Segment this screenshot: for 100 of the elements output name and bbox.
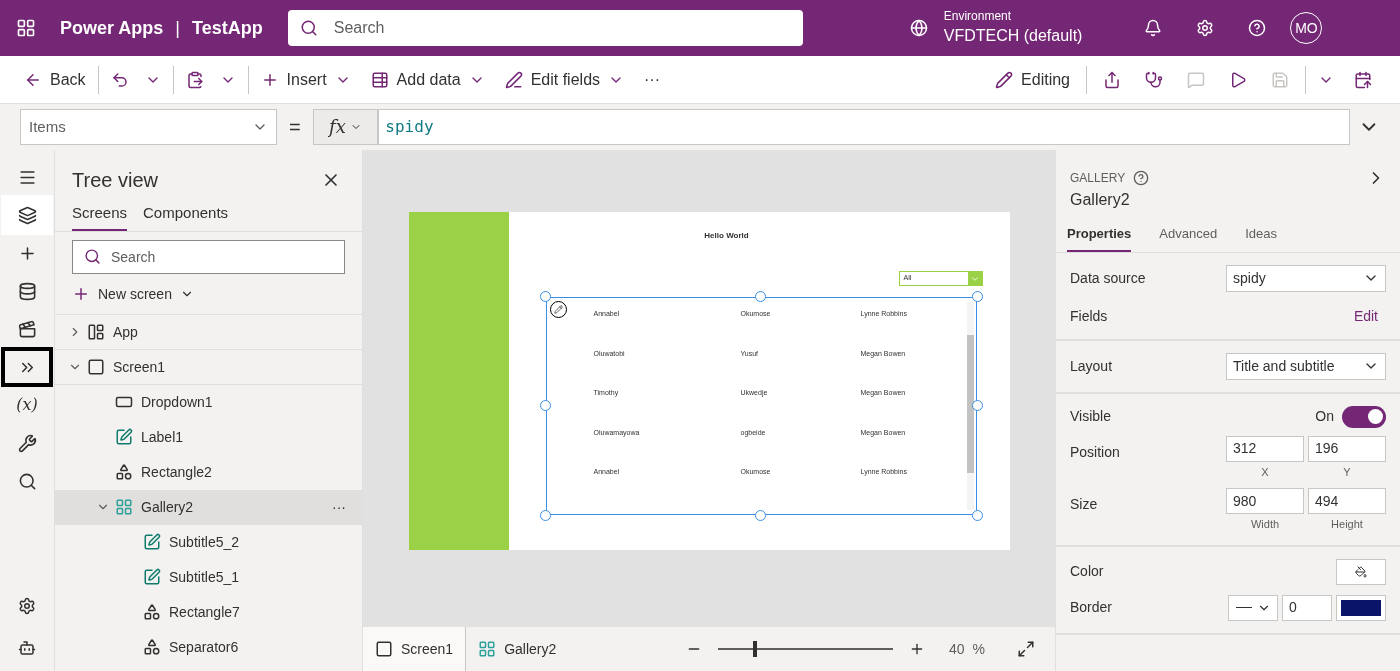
notifications-icon[interactable] — [1144, 19, 1163, 37]
field-label: Position — [1070, 442, 1120, 462]
control-type: GALLERY — [1070, 170, 1126, 186]
resize-handle[interactable] — [539, 400, 551, 411]
adddata-icon — [370, 70, 389, 89]
field-label: Fields — [1070, 306, 1108, 326]
layout-dropdown[interactable]: Title and subtitle — [1226, 352, 1386, 380]
tab[interactable]: Ideas — [1245, 224, 1277, 252]
tree-item[interactable]: App — [55, 314, 362, 350]
settings-icon — [18, 597, 36, 615]
variables-rail-button[interactable]: (x) — [1, 385, 53, 425]
shape-icon — [115, 463, 133, 481]
resize-handle[interactable] — [754, 510, 766, 521]
tree-item[interactable]: Subtitle5_2 — [55, 524, 362, 560]
number-field[interactable]: 196 — [1308, 435, 1386, 462]
tree-item-label: Separator6 — [169, 638, 239, 657]
layers-icon — [17, 205, 37, 225]
fit-to-window-icon[interactable] — [1017, 640, 1035, 658]
label-icon — [143, 568, 161, 586]
border-style-dropdown[interactable] — [1228, 594, 1278, 621]
tree-item[interactable]: Separator6 — [55, 629, 362, 665]
shape-icon — [143, 638, 161, 656]
visible-toggle[interactable] — [1342, 405, 1386, 428]
number-field[interactable]: 980 — [1226, 488, 1304, 514]
bot-icon — [18, 639, 36, 657]
fx-button[interactable]: fx — [312, 109, 379, 145]
slider-thumb[interactable] — [752, 641, 757, 657]
formula-field[interactable]: spidy — [378, 109, 1351, 145]
more-button[interactable]: ··· — [332, 497, 346, 517]
tree-item[interactable]: Label1 — [55, 419, 362, 455]
save-icon — [1271, 70, 1289, 89]
app-launcher-icon[interactable] — [16, 18, 36, 38]
play-icon — [1229, 70, 1247, 89]
border-color-picker[interactable] — [1336, 594, 1386, 621]
environment-name[interactable]: VFDTECH (default) — [943, 24, 1083, 48]
resize-handle[interactable] — [971, 510, 983, 521]
tree-item-label: Gallery2 — [141, 498, 194, 517]
tree-item[interactable]: Subtitle5_1 — [55, 559, 362, 595]
resize-handle[interactable] — [971, 400, 983, 411]
more-button[interactable]: ··· — [636, 61, 668, 98]
adddata-button[interactable]: Add data — [362, 61, 469, 98]
globe-icon — [909, 19, 928, 37]
resize-handle[interactable] — [754, 291, 766, 302]
tree-item[interactable]: Rectangle7 — [55, 594, 362, 630]
insert-button[interactable]: Insert — [252, 61, 335, 98]
settings-icon[interactable] — [1196, 19, 1215, 37]
back-button[interactable]: Back — [16, 61, 94, 98]
tree-item-label: App — [113, 322, 138, 342]
editing-icon — [995, 70, 1014, 89]
field-label: Border — [1070, 598, 1113, 617]
zoom-slider[interactable] — [717, 641, 893, 657]
field-caption: Y — [1343, 464, 1351, 480]
title-separator: | — [175, 17, 181, 40]
control-name: Gallery2 — [1069, 190, 1131, 210]
border-width-field[interactable]: 0 — [1282, 594, 1332, 621]
comment-icon — [1187, 70, 1205, 89]
tab[interactable]: Components — [143, 202, 229, 231]
tree-item[interactable]: Screen1 — [55, 349, 362, 385]
breadcrumb[interactable]: Gallery2 — [466, 627, 569, 671]
resize-handle[interactable] — [539, 510, 551, 521]
editfields-button[interactable]: Edit fields — [496, 61, 609, 98]
tab[interactable]: Screens — [72, 202, 128, 231]
number-field[interactable]: 312 — [1226, 435, 1304, 462]
color-picker[interactable] — [1336, 558, 1386, 585]
tree-item-label: Subtitle5_1 — [169, 568, 240, 587]
label-icon — [143, 533, 161, 551]
editing-button[interactable]: Editing — [983, 61, 1082, 98]
toggle-state: On — [1315, 407, 1334, 426]
new-screen-button[interactable]: New screen — [72, 279, 345, 308]
field-caption: X — [1261, 464, 1269, 480]
tab[interactable]: Properties — [1067, 224, 1132, 252]
layers-rail-button[interactable] — [1, 195, 53, 235]
screen-icon — [375, 640, 393, 658]
tree-item[interactable]: Gallery2 ··· — [55, 489, 362, 525]
data-source-dropdown[interactable]: spidy — [1226, 264, 1386, 292]
edit-fields-link[interactable]: Edit — [1353, 305, 1378, 327]
property-dropdown[interactable]: Items — [20, 109, 277, 145]
field-label: Layout — [1070, 356, 1113, 376]
automate-rail-button[interactable] — [1, 347, 53, 387]
paste-icon — [185, 70, 204, 89]
checker-icon — [1145, 70, 1163, 89]
share-icon — [1103, 70, 1121, 89]
gallery-icon — [115, 498, 133, 516]
resize-handle[interactable] — [539, 291, 551, 302]
tree-item[interactable]: Rectangle2 — [55, 454, 362, 490]
equals-sign: = — [288, 115, 301, 140]
tab[interactable]: Advanced — [1159, 224, 1218, 252]
search-field[interactable]: Search — [72, 239, 345, 274]
field-label: Size — [1070, 495, 1098, 514]
breadcrumb[interactable]: Screen1 — [363, 627, 467, 671]
resize-handle[interactable] — [971, 291, 983, 302]
scrollbar-thumb[interactable] — [966, 335, 974, 473]
zoom-value: 40 — [948, 640, 965, 659]
search-field[interactable]: Search — [287, 10, 803, 46]
tree-item[interactable]: Dropdown1 — [55, 384, 362, 420]
number-field[interactable]: 494 — [1308, 488, 1386, 514]
tree-item-label: Label1 — [141, 428, 184, 447]
field-caption: Height — [1331, 517, 1363, 532]
field-label: Visible — [1070, 407, 1111, 426]
help-icon[interactable] — [1133, 170, 1150, 186]
